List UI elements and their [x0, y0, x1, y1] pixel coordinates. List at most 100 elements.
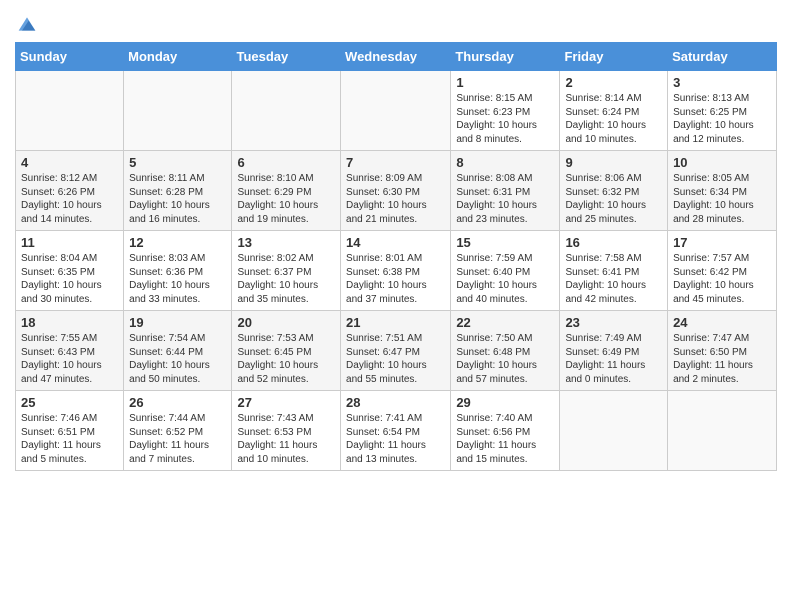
day-number: 26 [129, 395, 226, 410]
day-number: 28 [346, 395, 445, 410]
day-number: 23 [565, 315, 662, 330]
calendar-cell: 14 Sunrise: 8:01 AM Sunset: 6:38 PM Dayli… [341, 231, 451, 311]
calendar-week-row: 11Sunrise: 8:04 AM Sunset: 6:35 PM Dayli… [16, 231, 777, 311]
day-info: Sunrise: 7:49 AM Sunset: 6:49 PM Dayligh… [565, 332, 662, 386]
calendar-cell: 12 Sunrise: 8:03 AM Sunset: 6:36 PM Dayli… [124, 231, 232, 311]
day-number: 15 [456, 235, 554, 250]
calendar-cell [16, 71, 124, 151]
calendar-cell: 7 Sunrise: 8:09 AM Sunset: 6:30 PM Daylig… [341, 151, 451, 231]
calendar-cell: 3 Sunrise: 8:13 AM Sunset: 6:25 PM Daylig… [668, 71, 777, 151]
calendar-cell [560, 391, 668, 471]
calendar-cell: 22 Sunrise: 7:50 AM Sunset: 6:48 PM Dayli… [451, 311, 560, 391]
calendar-cell: 18 Sunrise: 7:55 AM Sunset: 6:43 PM Dayli… [16, 311, 124, 391]
day-info: Sunrise: 8:09 AM Sunset: 6:30 PM Dayligh… [346, 172, 445, 226]
day-number: 19 [129, 315, 226, 330]
calendar-cell [668, 391, 777, 471]
header-sunday: Sunday [16, 43, 124, 71]
calendar-cell: 6 Sunrise: 8:10 AM Sunset: 6:29 PM Daylig… [232, 151, 341, 231]
header-thursday: Thursday [451, 43, 560, 71]
day-number: 18 [21, 315, 118, 330]
day-info: Sunrise: 7:57 AM Sunset: 6:42 PM Dayligh… [673, 252, 771, 306]
calendar-cell [124, 71, 232, 151]
day-number: 22 [456, 315, 554, 330]
day-info: Sunrise: 7:43 AM Sunset: 6:53 PM Dayligh… [237, 412, 335, 466]
day-info: Sunrise: 8:13 AM Sunset: 6:25 PM Dayligh… [673, 92, 771, 146]
day-info: Sunrise: 8:12 AM Sunset: 6:26 PM Dayligh… [21, 172, 118, 226]
day-info: Sunrise: 7:40 AM Sunset: 6:56 PM Dayligh… [456, 412, 554, 466]
header-wednesday: Wednesday [341, 43, 451, 71]
day-number: 13 [237, 235, 335, 250]
day-number: 12 [129, 235, 226, 250]
day-number: 25 [21, 395, 118, 410]
logo [15, 10, 37, 34]
day-info: Sunrise: 7:44 AM Sunset: 6:52 PM Dayligh… [129, 412, 226, 466]
day-info: Sunrise: 8:03 AM Sunset: 6:36 PM Dayligh… [129, 252, 226, 306]
day-info: Sunrise: 7:58 AM Sunset: 6:41 PM Dayligh… [565, 252, 662, 306]
calendar-cell: 20 Sunrise: 7:53 AM Sunset: 6:45 PM Dayli… [232, 311, 341, 391]
calendar-cell: 29 Sunrise: 7:40 AM Sunset: 6:56 PM Dayli… [451, 391, 560, 471]
day-info: Sunrise: 7:53 AM Sunset: 6:45 PM Dayligh… [237, 332, 335, 386]
day-info: Sunrise: 8:08 AM Sunset: 6:31 PM Dayligh… [456, 172, 554, 226]
day-info: Sunrise: 7:41 AM Sunset: 6:54 PM Dayligh… [346, 412, 445, 466]
day-number: 17 [673, 235, 771, 250]
day-info: Sunrise: 7:47 AM Sunset: 6:50 PM Dayligh… [673, 332, 771, 386]
calendar-cell: 15 Sunrise: 7:59 AM Sunset: 6:40 PM Dayli… [451, 231, 560, 311]
day-info: Sunrise: 7:59 AM Sunset: 6:40 PM Dayligh… [456, 252, 554, 306]
day-info: Sunrise: 7:50 AM Sunset: 6:48 PM Dayligh… [456, 332, 554, 386]
day-number: 4 [21, 155, 118, 170]
calendar-cell: 4 Sunrise: 8:12 AM Sunset: 6:26 PM Daylig… [16, 151, 124, 231]
header-tuesday: Tuesday [232, 43, 341, 71]
day-info: Sunrise: 7:55 AM Sunset: 6:43 PM Dayligh… [21, 332, 118, 386]
calendar-cell: 8 Sunrise: 8:08 AM Sunset: 6:31 PM Daylig… [451, 151, 560, 231]
calendar-cell: 9Sunrise: 8:06 AM Sunset: 6:32 PM Daylig… [560, 151, 668, 231]
calendar-cell: 19Sunrise: 7:54 AM Sunset: 6:44 PM Dayli… [124, 311, 232, 391]
calendar-cell: 21 Sunrise: 7:51 AM Sunset: 6:47 PM Dayli… [341, 311, 451, 391]
calendar-week-row: 18 Sunrise: 7:55 AM Sunset: 6:43 PM Dayli… [16, 311, 777, 391]
day-info: Sunrise: 7:51 AM Sunset: 6:47 PM Dayligh… [346, 332, 445, 386]
day-number: 27 [237, 395, 335, 410]
day-number: 3 [673, 75, 771, 90]
calendar-cell: 10Sunrise: 8:05 AM Sunset: 6:34 PM Dayli… [668, 151, 777, 231]
calendar-cell [232, 71, 341, 151]
calendar-cell: 11Sunrise: 8:04 AM Sunset: 6:35 PM Dayli… [16, 231, 124, 311]
calendar-cell: 5 Sunrise: 8:11 AM Sunset: 6:28 PM Daylig… [124, 151, 232, 231]
day-info: Sunrise: 8:02 AM Sunset: 6:37 PM Dayligh… [237, 252, 335, 306]
day-number: 7 [346, 155, 445, 170]
calendar-week-row: 1Sunrise: 8:15 AM Sunset: 6:23 PM Daylig… [16, 71, 777, 151]
page-header [15, 10, 777, 34]
day-number: 16 [565, 235, 662, 250]
calendar-header-row: SundayMondayTuesdayWednesdayThursdayFrid… [16, 43, 777, 71]
day-number: 24 [673, 315, 771, 330]
day-number: 14 [346, 235, 445, 250]
calendar-week-row: 25 Sunrise: 7:46 AM Sunset: 6:51 PM Dayli… [16, 391, 777, 471]
day-info: Sunrise: 8:04 AM Sunset: 6:35 PM Dayligh… [21, 252, 118, 306]
calendar-week-row: 4 Sunrise: 8:12 AM Sunset: 6:26 PM Daylig… [16, 151, 777, 231]
day-number: 20 [237, 315, 335, 330]
calendar-cell: 25 Sunrise: 7:46 AM Sunset: 6:51 PM Dayli… [16, 391, 124, 471]
day-number: 1 [456, 75, 554, 90]
calendar-table: SundayMondayTuesdayWednesdayThursdayFrid… [15, 42, 777, 471]
calendar-cell: 13 Sunrise: 8:02 AM Sunset: 6:37 PM Dayli… [232, 231, 341, 311]
day-info: Sunrise: 7:46 AM Sunset: 6:51 PM Dayligh… [21, 412, 118, 466]
day-number: 29 [456, 395, 554, 410]
calendar-cell: 27 Sunrise: 7:43 AM Sunset: 6:53 PM Dayli… [232, 391, 341, 471]
day-number: 8 [456, 155, 554, 170]
calendar-cell: 17 Sunrise: 7:57 AM Sunset: 6:42 PM Dayli… [668, 231, 777, 311]
day-number: 10 [673, 155, 771, 170]
day-info: Sunrise: 8:10 AM Sunset: 6:29 PM Dayligh… [237, 172, 335, 226]
header-saturday: Saturday [668, 43, 777, 71]
logo-icon [17, 14, 37, 34]
header-monday: Monday [124, 43, 232, 71]
header-friday: Friday [560, 43, 668, 71]
calendar-cell: 24 Sunrise: 7:47 AM Sunset: 6:50 PM Dayli… [668, 311, 777, 391]
calendar-cell: 16 Sunrise: 7:58 AM Sunset: 6:41 PM Dayli… [560, 231, 668, 311]
day-number: 21 [346, 315, 445, 330]
day-number: 6 [237, 155, 335, 170]
day-info: Sunrise: 8:11 AM Sunset: 6:28 PM Dayligh… [129, 172, 226, 226]
calendar-cell [341, 71, 451, 151]
day-info: Sunrise: 8:14 AM Sunset: 6:24 PM Dayligh… [565, 92, 662, 146]
day-info: Sunrise: 8:01 AM Sunset: 6:38 PM Dayligh… [346, 252, 445, 306]
day-info: Sunrise: 8:06 AM Sunset: 6:32 PM Dayligh… [565, 172, 662, 226]
day-number: 5 [129, 155, 226, 170]
calendar-cell: 2Sunrise: 8:14 AM Sunset: 6:24 PM Daylig… [560, 71, 668, 151]
